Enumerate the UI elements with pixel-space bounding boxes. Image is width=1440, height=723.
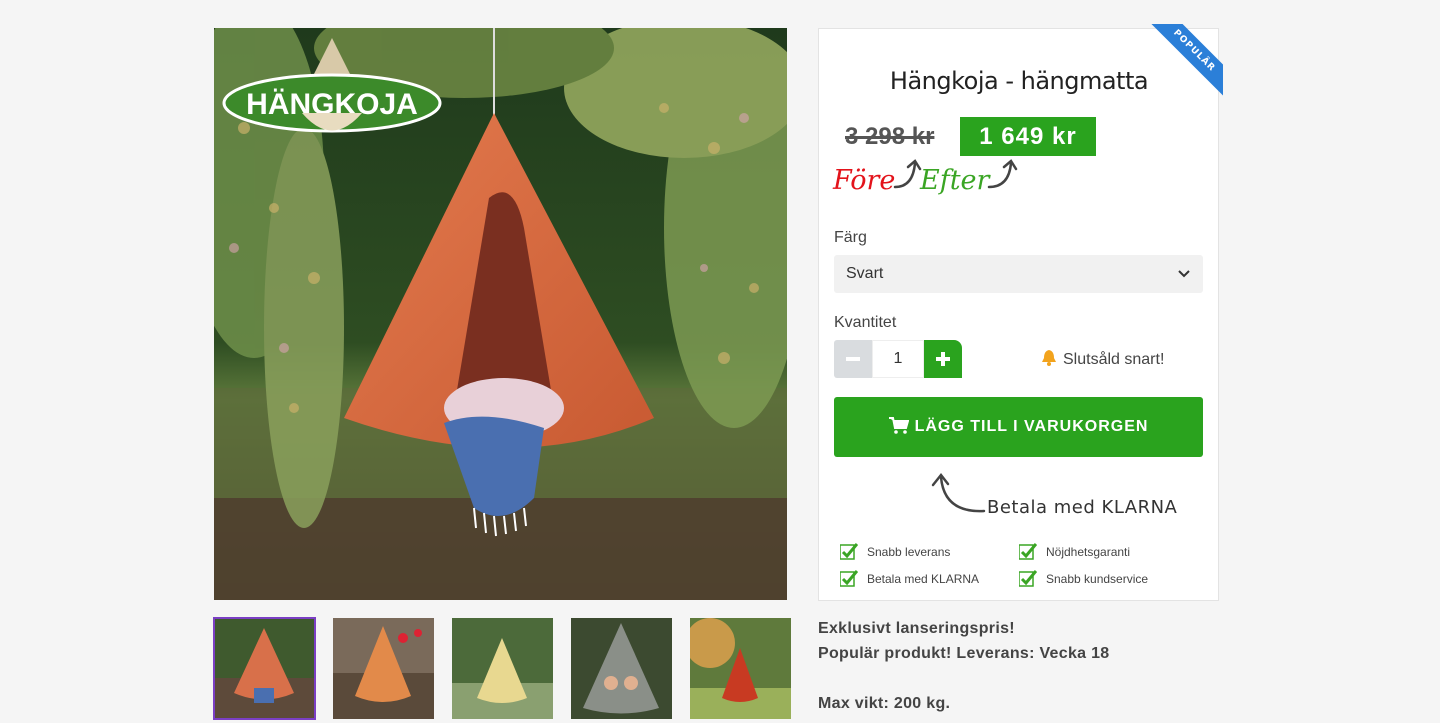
curved-arrow-icon	[931, 472, 986, 513]
check-icon	[840, 570, 858, 587]
check-icon	[1019, 543, 1037, 560]
product-info-box: POPULÄR Hängkoja - hängmatta 3 298 kr 1 …	[818, 24, 1223, 601]
curved-arrow-icon	[987, 159, 1018, 189]
usp-item: Snabb kundservice	[1019, 570, 1148, 587]
stock-note: Slutsåld snart!	[1041, 349, 1164, 369]
thumbnail-5[interactable]	[690, 618, 791, 719]
thumbnail-2[interactable]	[333, 618, 434, 719]
quantity-label: Kvantitet	[834, 314, 897, 331]
after-label: Efter	[920, 165, 990, 196]
main-product-image[interactable]: HÄNGKOJA	[214, 28, 787, 600]
quantity-increase-button[interactable]	[924, 340, 962, 378]
quantity-input[interactable]: 1	[872, 340, 924, 378]
quantity-decrease-button[interactable]	[834, 340, 872, 378]
add-to-cart-label: LÄGG TILL I VARUKORGEN	[914, 418, 1149, 435]
new-price: 1 649 kr	[960, 117, 1096, 156]
description-max-weight: Max vikt: 200 kg.	[818, 695, 951, 712]
description-launch-price: Exklusivt lanseringspris!	[818, 620, 1015, 637]
usp-label: Betala med KLARNA	[867, 572, 980, 586]
thumbnail-4[interactable]	[571, 618, 672, 719]
color-select[interactable]: Svart	[834, 255, 1203, 293]
check-icon	[1019, 570, 1037, 587]
cart-icon	[888, 417, 909, 434]
plus-icon	[924, 340, 962, 378]
check-icon	[840, 543, 858, 560]
product-page: HÄNGKOJA POPULÄR Hängkoja - hängmatta 3 …	[0, 0, 1440, 723]
color-select-value: Svart	[846, 265, 884, 282]
color-label: Färg	[834, 229, 867, 246]
usp-label: Snabb kundservice	[1046, 572, 1149, 586]
klarna-note: Betala med KLARNA	[987, 497, 1178, 518]
usp-item: Betala med KLARNA	[840, 570, 979, 587]
minus-icon	[834, 340, 872, 378]
bell-icon	[1042, 350, 1056, 366]
chevron-down-icon	[1178, 270, 1190, 278]
usp-label: Snabb leverans	[867, 545, 951, 559]
before-label: Före	[833, 165, 896, 196]
thumbnail-3[interactable]	[452, 618, 553, 719]
thumbnail-gallery	[213, 617, 791, 720]
stock-note-text: Slutsåld snart!	[1063, 351, 1165, 368]
usp-label: Nöjdhetsgaranti	[1046, 545, 1131, 559]
thumbnail-1[interactable]	[213, 617, 316, 720]
hangkoja-logo: HÄNGKOJA	[222, 38, 442, 153]
add-to-cart-button[interactable]: LÄGG TILL I VARUKORGEN	[834, 397, 1203, 457]
old-price: 3 298 kr	[845, 123, 935, 150]
product-title: Hängkoja - hängmatta	[889, 67, 1149, 95]
description-delivery: Populär produkt! Leverans: Vecka 18	[818, 645, 1110, 662]
usp-item: Nöjdhetsgaranti	[1019, 543, 1130, 560]
usp-item: Snabb leverans	[840, 543, 950, 560]
